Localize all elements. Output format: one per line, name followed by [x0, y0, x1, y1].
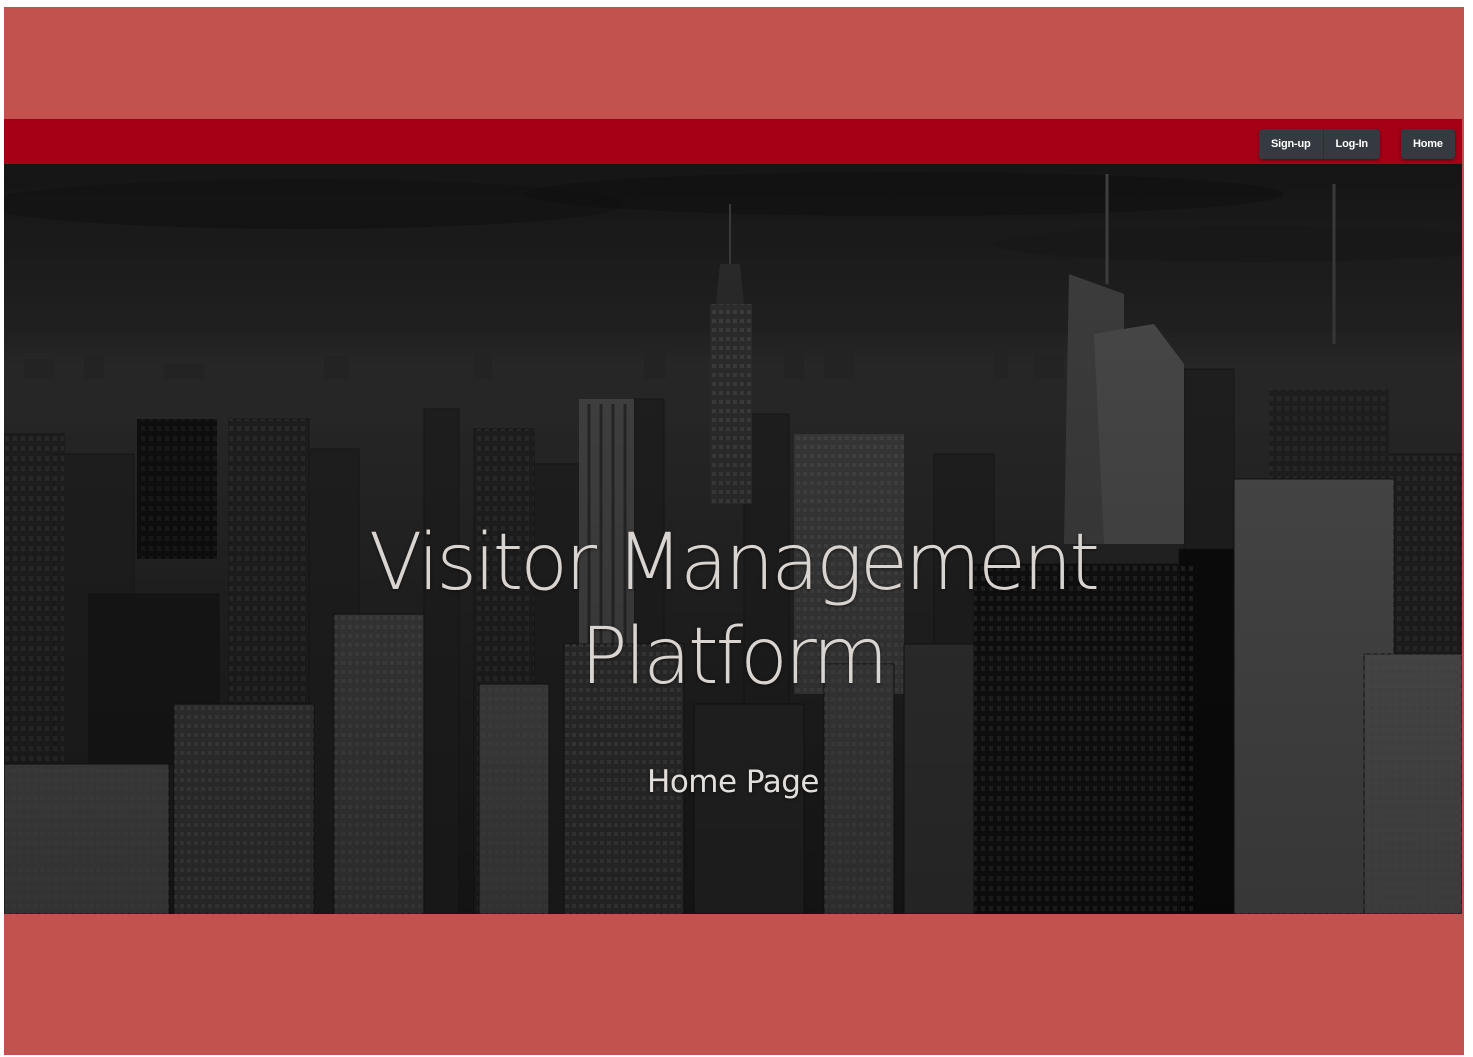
home-button-group: Home — [1401, 129, 1455, 159]
hero-banner: Visitor Management Platform Home Page — [4, 164, 1462, 914]
auth-button-group: Sign-up Log-In — [1259, 129, 1380, 159]
signup-button[interactable]: Sign-up — [1259, 129, 1323, 159]
hero-title: Visitor Management Platform — [4, 516, 1462, 704]
page-frame: Sign-up Log-In Home Visitor Management P… — [4, 7, 1464, 1055]
home-button[interactable]: Home — [1401, 129, 1455, 159]
hero-title-line-1: Visitor Management — [369, 518, 1100, 608]
hero-subtitle: Home Page — [647, 764, 819, 800]
top-navbar: Sign-up Log-In Home — [4, 119, 1462, 164]
login-button[interactable]: Log-In — [1322, 129, 1380, 159]
hero-title-line-2: Platform — [580, 612, 889, 702]
